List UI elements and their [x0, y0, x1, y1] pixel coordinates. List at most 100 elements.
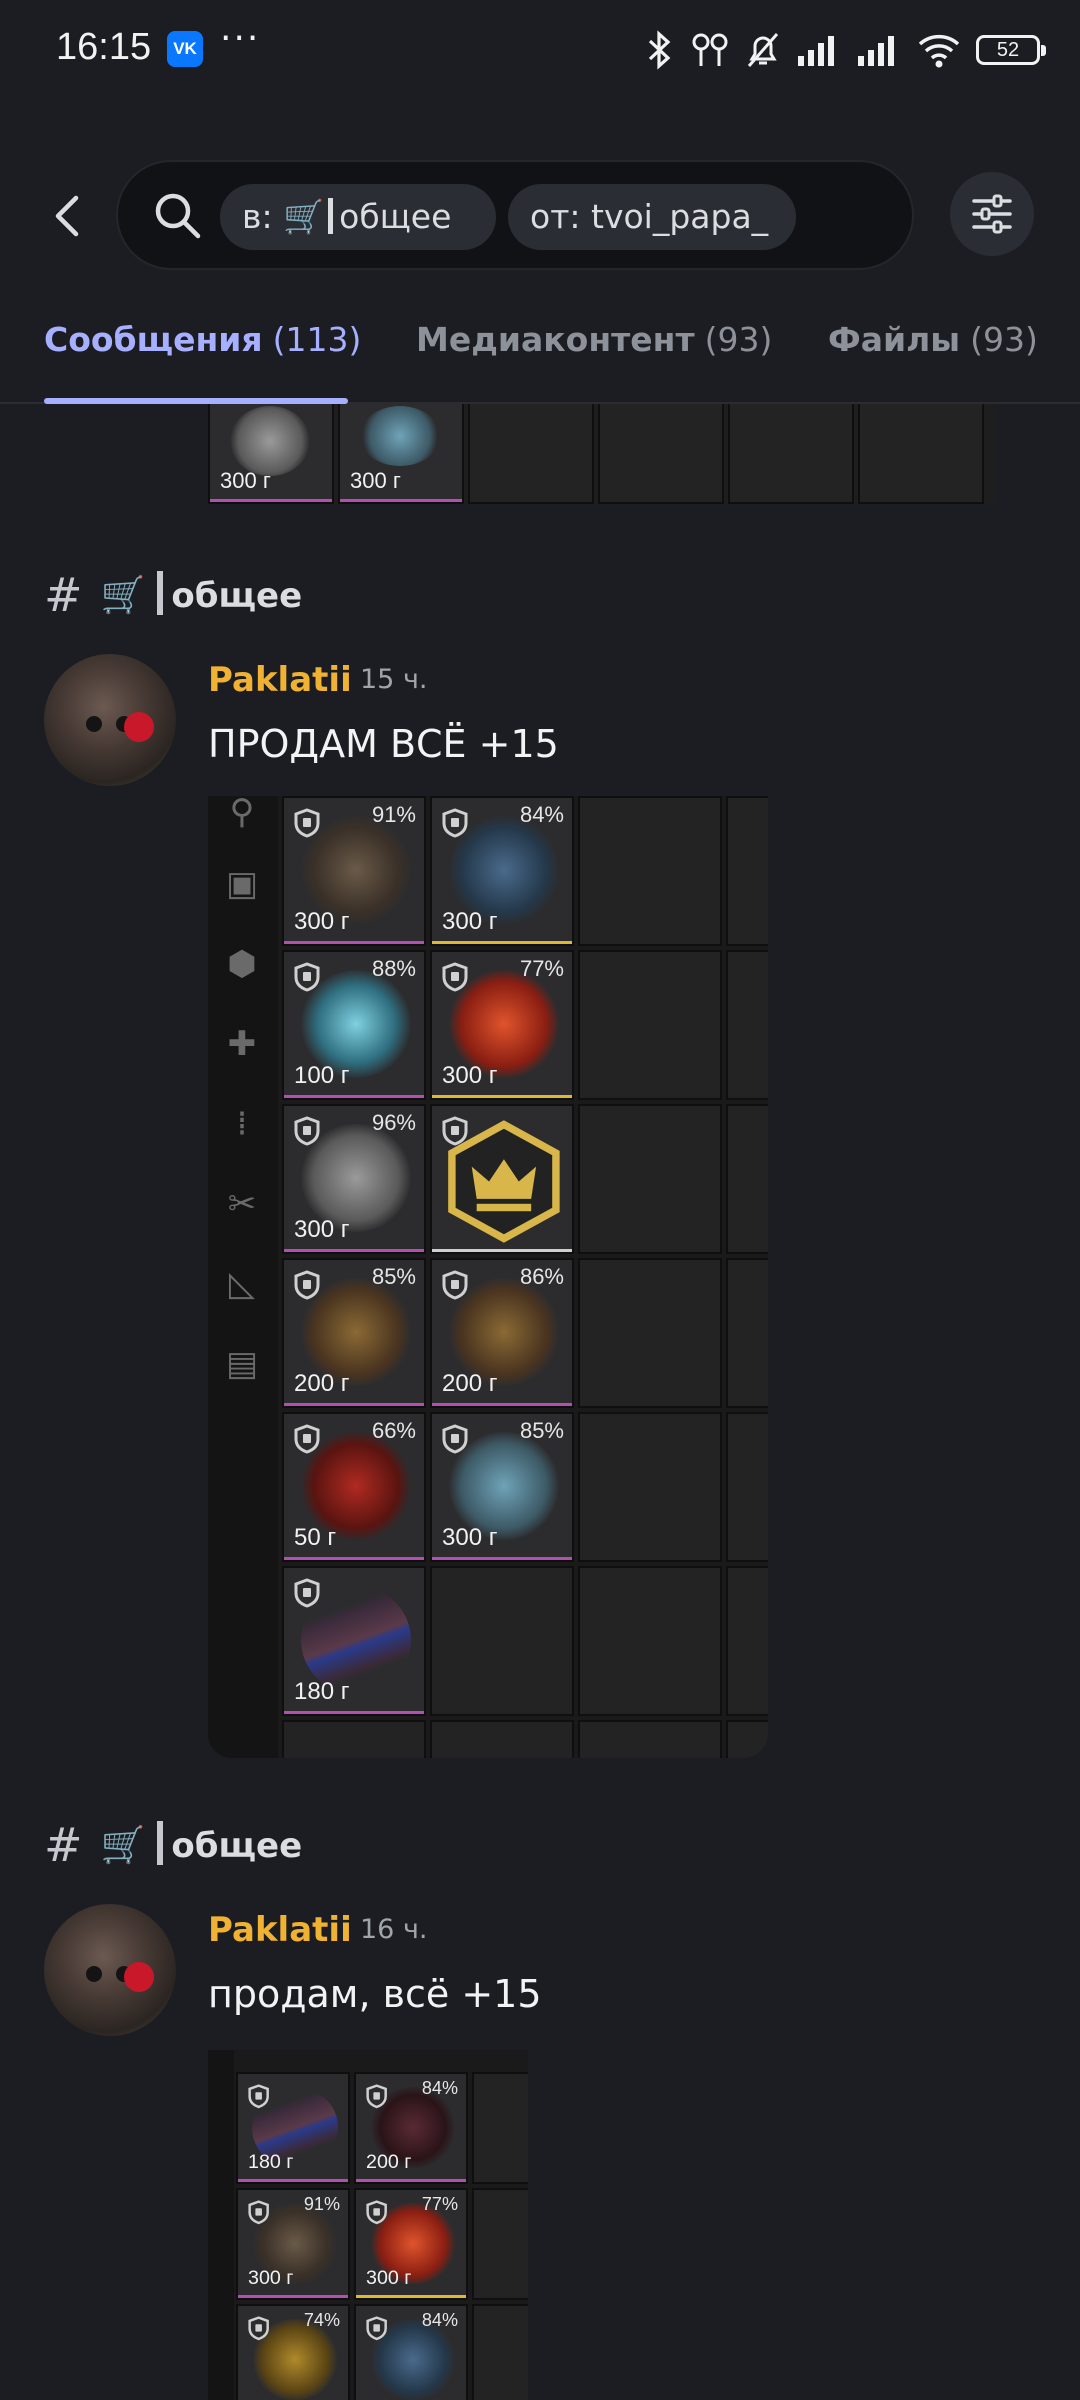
item-durability: 91% — [371, 802, 416, 827]
tab-messages[interactable]: Сообщения (113) — [44, 320, 361, 359]
tab-files[interactable]: Файлы (93) — [828, 320, 1038, 359]
back-button[interactable] — [40, 188, 96, 244]
item-price: 200 г — [442, 1370, 498, 1397]
item-durability: 74% — [303, 2310, 340, 2330]
shield-icon — [442, 808, 468, 838]
ammo-icon: ⁞ — [236, 1104, 248, 1144]
rarity-bar — [284, 1711, 424, 1714]
inventory-category-rail: ⚲ ▣ ⬢ ✚ ⁞ ✂ ◺ ▤ — [208, 796, 278, 1758]
inventory-grid: 180 г 84% 200 г 91% 300 г 77% 300 г 74% 84% — [236, 2072, 528, 2400]
item-slot: 88% 100 г — [282, 950, 426, 1100]
item-slot: 74% — [236, 2304, 350, 2400]
rarity-bar — [284, 1403, 424, 1406]
rarity-bar — [284, 1095, 424, 1098]
empty-slot — [726, 1258, 768, 1408]
rarity-bar — [356, 2179, 466, 2182]
shield-icon — [294, 1270, 320, 1300]
empty-slot — [578, 1566, 722, 1716]
item-slot: 180 г — [236, 2072, 350, 2184]
inventory-screenshot[interactable]: 180 г 84% 200 г 91% 300 г 77% 300 г 74% 84% — [208, 2050, 528, 2400]
tab-media[interactable]: Медиаконтент (93) — [416, 320, 772, 359]
item-slot: 180 г — [282, 1566, 426, 1716]
empty-slot — [726, 1104, 768, 1254]
signal-icon-1 — [798, 36, 834, 66]
shield-icon — [442, 1116, 468, 1146]
item-durability: 66% — [371, 1418, 416, 1443]
channel-chip-prefix: в: — [242, 197, 273, 236]
armor-icon: ▣ — [225, 864, 259, 904]
rarity-bar — [432, 941, 572, 944]
item-price: 200 г — [366, 2151, 412, 2173]
shield-icon — [442, 962, 468, 992]
search-input[interactable]: в: 🛒 общее от: tvoi_papa_ — [116, 160, 914, 270]
rarity-bar — [356, 2295, 466, 2298]
message-time: 15 ч. — [360, 664, 428, 695]
search-icon — [155, 193, 201, 239]
item-slot: 91% 300 г — [282, 796, 426, 946]
shield-icon — [294, 1116, 320, 1146]
item-price: 200 г — [294, 1370, 350, 1397]
inventory-screenshot[interactable]: ⚲ ▣ ⬢ ✚ ⁞ ✂ ◺ ▤ 91% 300 г 84% 300 г 88% 100 г… — [208, 796, 768, 1758]
avatar-detail — [124, 1962, 154, 1992]
avatar-detail — [86, 716, 102, 732]
tools-icon: ✂ — [227, 1184, 257, 1224]
channel-filter-chip[interactable]: в: 🛒 общее — [220, 184, 496, 250]
empty-slot — [578, 950, 722, 1100]
item-slot: 85% 200 г — [282, 1258, 426, 1408]
empty-slot — [430, 1720, 574, 1758]
author-name[interactable]: Paklatii — [208, 660, 352, 700]
cart-icon: 🛒 — [100, 575, 146, 616]
empty-slot — [858, 404, 984, 504]
message-text: продам, всё +15 — [208, 1972, 542, 2016]
author-filter-chip[interactable]: от: tvoi_papa_ — [508, 184, 796, 250]
empty-slot — [726, 796, 768, 946]
item-slot: 300 г — [208, 404, 334, 504]
rarity-bar — [432, 1403, 572, 1406]
tab-label: Сообщения — [44, 320, 263, 359]
tab-label: Медиаконтент — [416, 320, 695, 359]
tab-count: (113) — [272, 320, 362, 359]
status-icons: 52 — [642, 28, 1046, 72]
empty-slot — [578, 796, 722, 946]
item-slot: 86% 200 г — [430, 1258, 574, 1408]
shield-icon — [294, 808, 320, 838]
item-slot — [430, 1104, 574, 1254]
more-notifications-icon: ··· — [220, 18, 261, 59]
channel-name: общее — [171, 576, 303, 616]
avatar[interactable] — [44, 654, 176, 786]
filter-settings-button[interactable] — [950, 172, 1034, 256]
ruler-icon: ◺ — [228, 1264, 256, 1304]
inventory-grid: 91% 300 г 84% 300 г 88% 100 г 77% 300 г 96% 300 г… — [282, 796, 768, 1758]
item-price: 300 г — [442, 1524, 498, 1551]
empty-slot — [726, 1720, 768, 1758]
rarity-bar — [284, 941, 424, 944]
channel-header[interactable]: # 🛒 общее — [44, 568, 302, 622]
item-slot: 85% 300 г — [430, 1412, 574, 1562]
shield-icon — [294, 1424, 320, 1454]
hash-icon: # — [44, 568, 83, 622]
item-price: 300 г — [248, 2267, 294, 2289]
empty-slot — [726, 1412, 768, 1562]
item-durability: 84% — [421, 2078, 458, 2098]
item-slot: 300 г — [338, 404, 464, 504]
item-slot: 91% 300 г — [236, 2188, 350, 2300]
rarity-bar — [238, 2179, 348, 2182]
item-slot: 84% 200 г — [354, 2072, 468, 2184]
tab-count: (93) — [970, 320, 1038, 359]
avatar[interactable] — [44, 1904, 176, 2036]
shield-icon — [366, 2316, 387, 2341]
signal-icon-2 — [858, 36, 894, 66]
author-name[interactable]: Paklatii — [208, 1910, 352, 1950]
item-slot: 84% — [354, 2304, 468, 2400]
empty-slot — [578, 1412, 722, 1562]
rarity-bar — [432, 1095, 572, 1098]
link-icon: ⚲ — [229, 796, 255, 832]
inventory-screenshot[interactable]: 300 г 300 г — [208, 404, 996, 504]
empty-slot — [430, 1566, 574, 1716]
tab-label: Файлы — [828, 320, 961, 359]
item-slot: 96% 300 г — [282, 1104, 426, 1254]
item-durability: 84% — [421, 2310, 458, 2330]
empty-slot — [578, 1258, 722, 1408]
channel-header[interactable]: # 🛒 общее — [44, 1818, 302, 1872]
empty-slot — [726, 950, 768, 1100]
